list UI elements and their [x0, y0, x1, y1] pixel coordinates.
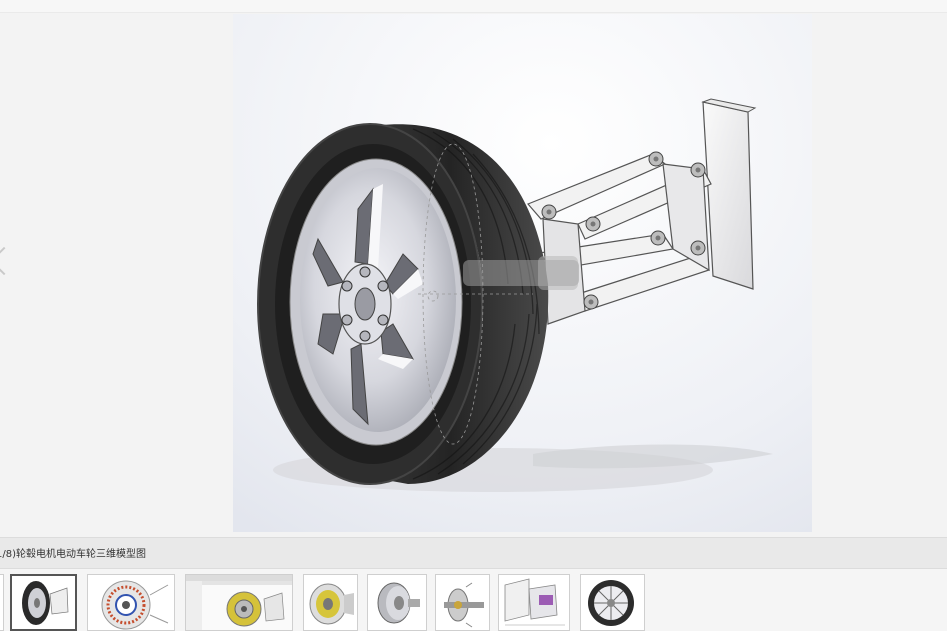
wheel-thumbnail-icon	[12, 576, 75, 629]
thumbnail-1[interactable]	[10, 574, 77, 631]
thumbnail-5[interactable]	[367, 574, 427, 631]
thumbnail-3[interactable]	[185, 574, 293, 631]
stator-thumbnail-icon	[88, 575, 174, 630]
thumbnail-6[interactable]	[435, 574, 490, 631]
thumbnail-partial[interactable]	[0, 574, 4, 631]
top-strip	[0, 0, 947, 13]
caption-bar: 1/8)轮毂电机电动车轮三维模型图	[0, 537, 947, 569]
shaft-thumbnail-icon	[436, 575, 489, 630]
hub-motor-thumbnail-icon	[368, 575, 426, 630]
wheel-front-thumbnail-icon	[581, 575, 644, 630]
previous-arrow-icon[interactable]	[0, 246, 19, 276]
thumbnail-8[interactable]	[580, 574, 645, 631]
thumbnail-4[interactable]	[303, 574, 358, 631]
thumbnail-2[interactable]	[87, 574, 175, 631]
rotor-thumbnail-icon	[304, 575, 357, 630]
thumbnail-7[interactable]	[498, 574, 570, 631]
bracket-thumbnail-icon	[499, 575, 569, 630]
image-viewer	[0, 13, 947, 535]
cad-window-thumbnail-icon	[186, 575, 292, 630]
thumbnail-strip	[0, 569, 947, 631]
main-image	[233, 14, 812, 532]
wheel-model-illustration	[233, 14, 812, 532]
image-caption: 1/8)轮毂电机电动车轮三维模型图	[0, 549, 146, 560]
